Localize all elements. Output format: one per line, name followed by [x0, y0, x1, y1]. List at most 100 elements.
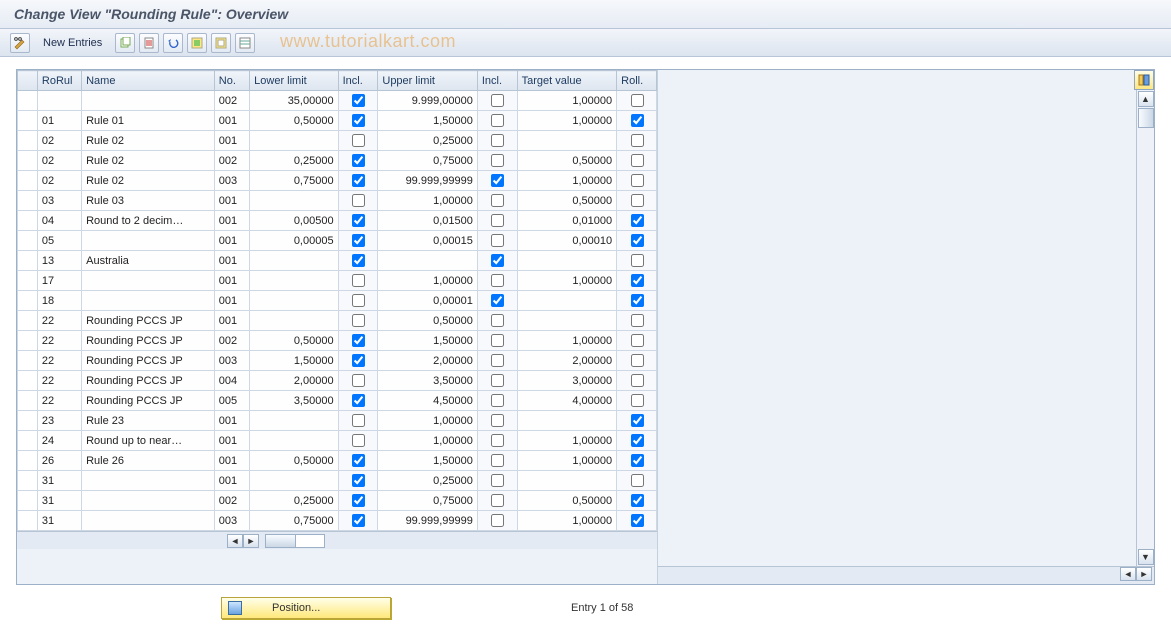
name-input[interactable] — [82, 451, 214, 470]
roll-checkbox[interactable] — [631, 274, 644, 287]
row-selector[interactable] — [18, 151, 38, 171]
name-input[interactable] — [82, 291, 214, 310]
col-target[interactable]: Target value — [517, 71, 616, 91]
roll-checkbox[interactable] — [631, 474, 644, 487]
roll-checkbox[interactable] — [631, 334, 644, 347]
toggle-display-change-button[interactable] — [10, 33, 30, 53]
col-name[interactable]: Name — [82, 71, 215, 91]
no-input[interactable] — [215, 251, 249, 270]
target-value-input[interactable] — [518, 151, 616, 170]
vscroll-track[interactable] — [1138, 108, 1154, 548]
incl-lower-checkbox[interactable] — [352, 354, 365, 367]
roll-checkbox[interactable] — [631, 114, 644, 127]
name-input[interactable] — [82, 431, 214, 450]
rorul-input[interactable] — [38, 271, 81, 290]
incl-upper-checkbox[interactable] — [491, 414, 504, 427]
upper-limit-input[interactable] — [378, 331, 476, 350]
incl-lower-checkbox[interactable] — [352, 414, 365, 427]
roll-checkbox[interactable] — [631, 394, 644, 407]
upper-limit-input[interactable] — [378, 91, 476, 110]
lower-limit-input[interactable] — [250, 411, 337, 430]
row-selector[interactable] — [18, 191, 38, 211]
incl-lower-checkbox[interactable] — [352, 174, 365, 187]
lower-limit-input[interactable] — [250, 311, 337, 330]
col-rorul[interactable]: RoRul — [37, 71, 81, 91]
roll-checkbox[interactable] — [631, 374, 644, 387]
col-no[interactable]: No. — [214, 71, 249, 91]
roll-checkbox[interactable] — [631, 354, 644, 367]
incl-lower-checkbox[interactable] — [352, 494, 365, 507]
select-all-header[interactable] — [18, 71, 38, 91]
lower-limit-input[interactable] — [250, 191, 337, 210]
roll-checkbox[interactable] — [631, 314, 644, 327]
name-input[interactable] — [82, 471, 214, 490]
col-incl1[interactable]: Incl. — [338, 71, 378, 91]
row-selector[interactable] — [18, 91, 38, 111]
roll-checkbox[interactable] — [631, 214, 644, 227]
rorul-input[interactable] — [38, 131, 81, 150]
incl-upper-checkbox[interactable] — [491, 154, 504, 167]
no-input[interactable] — [215, 471, 249, 490]
rorul-input[interactable] — [38, 331, 81, 350]
name-input[interactable] — [82, 311, 214, 330]
no-input[interactable] — [215, 191, 249, 210]
row-selector[interactable] — [18, 431, 38, 451]
no-input[interactable] — [215, 111, 249, 130]
rorul-input[interactable] — [38, 351, 81, 370]
vscroll-thumb[interactable] — [1138, 108, 1154, 128]
roll-checkbox[interactable] — [631, 154, 644, 167]
hscroll-left-button-2[interactable]: ◄ — [1120, 567, 1136, 581]
roll-checkbox[interactable] — [631, 494, 644, 507]
row-selector[interactable] — [18, 491, 38, 511]
lower-limit-input[interactable] — [250, 151, 337, 170]
name-input[interactable] — [82, 331, 214, 350]
no-input[interactable] — [215, 371, 249, 390]
incl-lower-checkbox[interactable] — [352, 214, 365, 227]
undo-button[interactable] — [163, 33, 183, 53]
lower-limit-input[interactable] — [250, 251, 337, 270]
print-button[interactable] — [235, 33, 255, 53]
rorul-input[interactable] — [38, 171, 81, 190]
name-input[interactable] — [82, 251, 214, 270]
incl-lower-checkbox[interactable] — [352, 394, 365, 407]
upper-limit-input[interactable] — [378, 471, 476, 490]
upper-limit-input[interactable] — [378, 351, 476, 370]
incl-upper-checkbox[interactable] — [491, 114, 504, 127]
col-incl2[interactable]: Incl. — [477, 71, 517, 91]
row-selector[interactable] — [18, 111, 38, 131]
name-input[interactable] — [82, 271, 214, 290]
target-value-input[interactable] — [518, 211, 616, 230]
no-input[interactable] — [215, 351, 249, 370]
row-selector[interactable] — [18, 511, 38, 531]
target-value-input[interactable] — [518, 451, 616, 470]
row-selector[interactable] — [18, 471, 38, 491]
name-input[interactable] — [82, 91, 214, 110]
rorul-input[interactable] — [38, 151, 81, 170]
incl-lower-checkbox[interactable] — [352, 134, 365, 147]
rorul-input[interactable] — [38, 391, 81, 410]
incl-upper-checkbox[interactable] — [491, 194, 504, 207]
row-selector[interactable] — [18, 351, 38, 371]
lower-limit-input[interactable] — [250, 271, 337, 290]
incl-lower-checkbox[interactable] — [352, 294, 365, 307]
lower-limit-input[interactable] — [250, 231, 337, 250]
select-all-button[interactable] — [187, 33, 207, 53]
row-selector[interactable] — [18, 371, 38, 391]
incl-upper-checkbox[interactable] — [491, 354, 504, 367]
no-input[interactable] — [215, 391, 249, 410]
target-value-input[interactable] — [518, 251, 616, 270]
upper-limit-input[interactable] — [378, 511, 476, 530]
incl-lower-checkbox[interactable] — [352, 274, 365, 287]
roll-checkbox[interactable] — [631, 514, 644, 527]
lower-limit-input[interactable] — [250, 171, 337, 190]
row-selector[interactable] — [18, 271, 38, 291]
rorul-input[interactable] — [38, 491, 81, 510]
incl-upper-checkbox[interactable] — [491, 234, 504, 247]
incl-upper-checkbox[interactable] — [491, 254, 504, 267]
lower-limit-input[interactable] — [250, 291, 337, 310]
target-value-input[interactable] — [518, 511, 616, 530]
rorul-input[interactable] — [38, 511, 81, 530]
incl-upper-checkbox[interactable] — [491, 174, 504, 187]
incl-lower-checkbox[interactable] — [352, 114, 365, 127]
incl-upper-checkbox[interactable] — [491, 274, 504, 287]
